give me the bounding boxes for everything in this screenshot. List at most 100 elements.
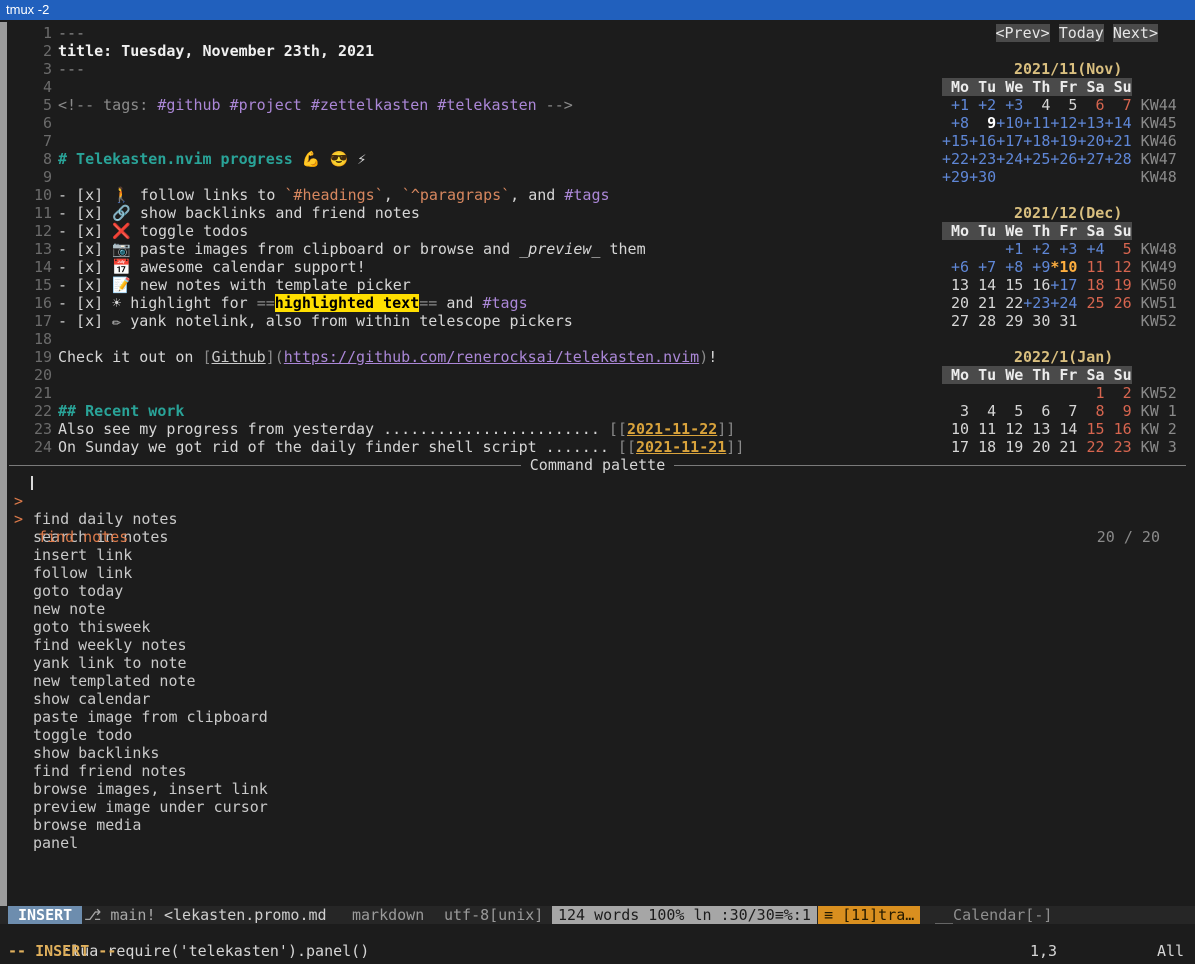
palette-item[interactable]: preview image under cursor [0, 798, 1195, 816]
palette-item[interactable]: panel [0, 834, 1195, 852]
calendar-day[interactable]: +1 [942, 96, 969, 114]
calendar-day[interactable]: 16 [1105, 420, 1132, 438]
calendar-day[interactable]: 22 [996, 294, 1023, 312]
editor-line[interactable]: 14- [x] 📅 awesome calendar support! [7, 258, 937, 276]
editor-line[interactable]: 1--- [7, 24, 937, 42]
calendar-day[interactable]: +23 [1023, 294, 1050, 312]
calendar-day[interactable]: +23 [969, 150, 996, 168]
calendar-day[interactable]: 6 [1023, 402, 1050, 420]
calendar-day[interactable]: +8 [942, 114, 969, 132]
calendar-day[interactable]: 5 [996, 402, 1023, 420]
editor-line[interactable]: 6 [7, 114, 937, 132]
calendar-day[interactable]: 21 [1050, 438, 1077, 456]
palette-item[interactable]: find weekly notes [0, 636, 1195, 654]
calendar-day[interactable]: 22 [1077, 438, 1104, 456]
calendar-day[interactable]: 5 [1050, 96, 1077, 114]
calendar-day[interactable]: +26 [1050, 150, 1077, 168]
palette-item[interactable]: browse media [0, 816, 1195, 834]
calendar-day[interactable]: +24 [996, 150, 1023, 168]
calendar-day[interactable]: +22 [942, 150, 969, 168]
editor-line[interactable]: 2title: Tuesday, November 23th, 2021 [7, 42, 937, 60]
calendar-day[interactable] [1050, 168, 1077, 186]
editor-line[interactable]: 19Check it out on [Github](https://githu… [7, 348, 937, 366]
calendar-day[interactable]: +6 [942, 258, 969, 276]
calendar-day[interactable] [1077, 168, 1104, 186]
calendar-day[interactable]: +14 [1105, 114, 1132, 132]
calendar-day[interactable] [942, 384, 969, 402]
calendar-day[interactable]: +10 [996, 114, 1023, 132]
palette-item[interactable]: show backlinks [0, 744, 1195, 762]
calendar-day[interactable]: 12 [1105, 258, 1132, 276]
calendar-day[interactable]: +15 [942, 132, 969, 150]
calendar-day[interactable]: +20 [1077, 132, 1104, 150]
calendar-day[interactable]: 17 [942, 438, 969, 456]
palette-item[interactable]: search in notes [0, 528, 1195, 546]
calendar-day[interactable]: +4 [1077, 240, 1104, 258]
calendar-day[interactable]: 18 [1077, 276, 1104, 294]
calendar-today-button[interactable]: Today [1059, 24, 1104, 42]
calendar-day[interactable]: +25 [1023, 150, 1050, 168]
calendar-day[interactable]: 29 [996, 312, 1023, 330]
editor-line[interactable]: 7 [7, 132, 937, 150]
calendar-day[interactable]: +19 [1050, 132, 1077, 150]
palette-item[interactable]: yank link to note [0, 654, 1195, 672]
calendar-day[interactable]: 31 [1050, 312, 1077, 330]
calendar-sidebar[interactable]: <Prev>TodayNext>2021/11(Nov) Mo Tu We Th… [942, 24, 1195, 456]
editor-line[interactable]: 4 [7, 78, 937, 96]
editor-line[interactable]: 23Also see my progress from yesterday ..… [7, 420, 937, 438]
command-line[interactable]: :lua require('telekasten').panel() [8, 924, 369, 942]
calendar-day[interactable]: 26 [1105, 294, 1132, 312]
calendar-day[interactable]: +30 [969, 168, 996, 186]
editor-line[interactable]: 12- [x] ❌ toggle todos [7, 222, 937, 240]
calendar-day[interactable]: 27 [942, 312, 969, 330]
palette-item[interactable]: browse images, insert link [0, 780, 1195, 798]
editor-line[interactable]: 10- [x] 🚶 follow links to `#headings`, `… [7, 186, 937, 204]
palette-item[interactable]: goto today [0, 582, 1195, 600]
calendar-day[interactable]: 2 [1105, 384, 1132, 402]
editor-line[interactable]: 8# Telekasten.nvim progress 💪 😎 ⚡ [7, 150, 937, 168]
palette-item[interactable]: goto thisweek [0, 618, 1195, 636]
calendar-day[interactable]: 25 [1077, 294, 1104, 312]
calendar-day[interactable] [1023, 384, 1050, 402]
editor-line[interactable]: 18 [7, 330, 937, 348]
calendar-day[interactable]: 23 [1105, 438, 1132, 456]
palette-item[interactable]: find friend notes [0, 762, 1195, 780]
editor-line[interactable]: 24On Sunday we got rid of the daily find… [7, 438, 937, 456]
editor-buffer[interactable]: 1---2title: Tuesday, November 23th, 2021… [7, 24, 937, 456]
palette-item[interactable]: follow link [0, 564, 1195, 582]
palette-item[interactable]: show calendar [0, 690, 1195, 708]
editor-line[interactable]: 11- [x] 🔗 show backlinks and friend note… [7, 204, 937, 222]
calendar-day[interactable] [942, 240, 969, 258]
calendar-day[interactable]: +27 [1077, 150, 1104, 168]
calendar-day[interactable]: +8 [996, 258, 1023, 276]
calendar-day[interactable]: 20 [942, 294, 969, 312]
editor-line[interactable]: 22## Recent work [7, 402, 937, 420]
calendar-day[interactable]: 11 [969, 420, 996, 438]
calendar-day[interactable]: +3 [996, 96, 1023, 114]
editor-line[interactable]: 17- [x] ✏ yank notelink, also from withi… [7, 312, 937, 330]
calendar-day[interactable]: *10 [1050, 258, 1077, 276]
calendar-day[interactable]: 4 [1023, 96, 1050, 114]
calendar-day[interactable]: 4 [969, 402, 996, 420]
calendar-day[interactable]: 19 [996, 438, 1023, 456]
palette-item[interactable]: paste image from clipboard [0, 708, 1195, 726]
calendar-day[interactable]: 9 [969, 114, 996, 132]
palette-prompt[interactable]: > 20 / 20 [0, 474, 1195, 492]
calendar-day[interactable]: 1 [1077, 384, 1104, 402]
calendar-day[interactable]: +16 [969, 132, 996, 150]
calendar-day[interactable]: 7 [1105, 96, 1132, 114]
calendar-day[interactable]: 28 [969, 312, 996, 330]
editor-line[interactable]: 3--- [7, 60, 937, 78]
calendar-day[interactable]: +1 [996, 240, 1023, 258]
calendar-day[interactable] [1105, 312, 1132, 330]
editor-line[interactable]: 13- [x] 📷 paste images from clipboard or… [7, 240, 937, 258]
calendar-day[interactable]: +18 [1023, 132, 1050, 150]
editor-line[interactable]: 9 [7, 168, 937, 186]
calendar-day[interactable]: +21 [1105, 132, 1132, 150]
palette-item[interactable]: insert link [0, 546, 1195, 564]
calendar-day[interactable] [996, 384, 1023, 402]
calendar-day[interactable]: +7 [969, 258, 996, 276]
editor-line[interactable]: 20 [7, 366, 937, 384]
calendar-day[interactable]: +28 [1105, 150, 1132, 168]
calendar-day[interactable]: +11 [1023, 114, 1050, 132]
